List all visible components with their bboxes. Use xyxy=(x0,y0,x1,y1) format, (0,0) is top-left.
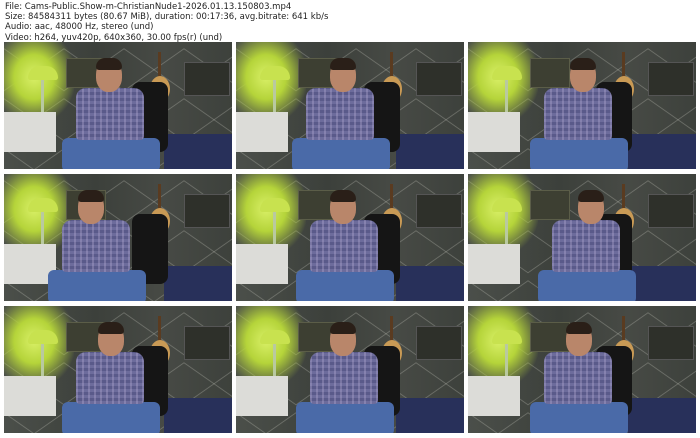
couch xyxy=(164,398,232,433)
thumbnail-4 xyxy=(4,174,232,301)
desk xyxy=(468,376,520,416)
wall-frame xyxy=(416,62,462,96)
hair xyxy=(566,322,592,334)
thumbnail-8 xyxy=(236,306,464,433)
hair xyxy=(578,190,604,202)
lamp-glow xyxy=(468,42,538,122)
wall-frame xyxy=(648,62,694,96)
thumbnail-1 xyxy=(4,42,232,169)
hair xyxy=(96,58,122,70)
hair xyxy=(330,190,356,202)
thumbnail-9 xyxy=(468,306,696,433)
person xyxy=(292,56,392,169)
wall-frame xyxy=(416,326,462,360)
shirt-pattern xyxy=(62,220,130,272)
lamp-shade xyxy=(260,330,290,344)
hair xyxy=(570,58,596,70)
person xyxy=(530,56,630,169)
jeans xyxy=(530,402,628,433)
desk xyxy=(236,244,288,284)
jeans xyxy=(292,138,390,169)
thumbnail-3 xyxy=(468,42,696,169)
lamp-shade xyxy=(28,330,58,344)
desk xyxy=(236,376,288,416)
hair xyxy=(330,58,356,70)
hair xyxy=(330,322,356,334)
shirt-pattern xyxy=(310,352,378,404)
wall-frame xyxy=(184,194,230,228)
person xyxy=(296,320,396,433)
shirt-pattern xyxy=(306,88,374,140)
lamp-shade xyxy=(260,66,290,80)
file-name: File: Cams-Public.Show-m-ChristianNude1-… xyxy=(5,2,292,12)
person xyxy=(62,320,162,433)
lamp-glow xyxy=(468,306,538,386)
shirt-pattern xyxy=(310,220,378,272)
jeans xyxy=(530,138,628,169)
shirt-pattern xyxy=(552,220,620,272)
shirt-pattern xyxy=(76,88,144,140)
jeans xyxy=(62,402,160,433)
file-info: File: Cams-Public.Show-m-ChristianNude1-… xyxy=(5,2,328,43)
lamp-shade xyxy=(492,330,522,344)
couch xyxy=(628,134,696,169)
lamp-shade xyxy=(260,198,290,212)
wall-frame xyxy=(184,326,230,360)
thumbnail-2 xyxy=(236,42,464,169)
desk xyxy=(4,376,56,416)
hair xyxy=(78,190,104,202)
person xyxy=(296,188,396,301)
thumbnail-7 xyxy=(4,306,232,433)
jeans xyxy=(296,270,394,301)
person xyxy=(530,320,630,433)
wall-frame xyxy=(648,326,694,360)
wall-frame xyxy=(648,194,694,228)
couch xyxy=(164,134,232,169)
couch xyxy=(164,266,232,301)
wall-frame xyxy=(416,194,462,228)
wall-frame xyxy=(184,62,230,96)
audio-info: Audio: aac, 48000 Hz, stereo (und) xyxy=(5,22,154,33)
person xyxy=(538,188,638,301)
jeans xyxy=(62,138,160,169)
person xyxy=(62,56,162,169)
jeans xyxy=(48,270,146,301)
desk xyxy=(236,112,288,152)
desk xyxy=(468,244,520,284)
jeans xyxy=(538,270,636,301)
file-size: Size: 84584311 bytes (80.67 MiB), durati… xyxy=(5,12,329,23)
thumbnail-6 xyxy=(468,174,696,301)
thumbnail-5 xyxy=(236,174,464,301)
couch xyxy=(396,134,464,169)
desk xyxy=(4,112,56,152)
lamp-shade xyxy=(28,66,58,80)
hair xyxy=(98,322,124,334)
jeans xyxy=(296,402,394,433)
couch xyxy=(396,398,464,433)
desk xyxy=(468,112,520,152)
lamp-glow xyxy=(468,174,538,254)
lamp-shade xyxy=(492,66,522,80)
lamp-shade xyxy=(492,198,522,212)
couch xyxy=(628,398,696,433)
couch xyxy=(396,266,464,301)
shirt-pattern xyxy=(544,352,612,404)
shirt-pattern xyxy=(544,88,612,140)
shirt-pattern xyxy=(76,352,144,404)
person xyxy=(48,188,148,301)
couch xyxy=(628,266,696,301)
